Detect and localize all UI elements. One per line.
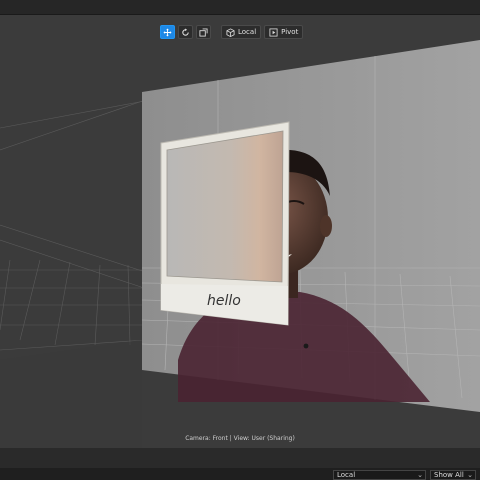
local-space-button[interactable]: Local (221, 25, 262, 39)
rotate-tool-button[interactable] (178, 25, 193, 39)
polaroid-photo (167, 131, 283, 282)
scale-tool-button[interactable] (196, 25, 211, 39)
move-tool-button[interactable] (160, 25, 175, 39)
transform-toolbar: Local Pivot (160, 24, 304, 40)
cube-icon (226, 27, 235, 37)
space-dropdown-value: Local (337, 471, 356, 479)
scene-canvas: hello (0, 15, 480, 448)
scale-icon (199, 27, 208, 37)
space-dropdown[interactable]: Local ⌄ (333, 470, 426, 480)
pivot-button[interactable]: Pivot (264, 25, 304, 39)
local-label: Local (238, 28, 257, 36)
scene-viewport[interactable]: hello (0, 15, 480, 448)
camera-status-text: Camera: Front | View: User (Sharing) (185, 435, 295, 442)
move-icon (163, 27, 172, 37)
pivot-icon (269, 27, 278, 37)
chevron-down-icon: ⌄ (417, 471, 423, 479)
visibility-dropdown-value: Show All (434, 471, 464, 479)
rotate-icon (182, 27, 189, 36)
polaroid-caption: hello (207, 293, 241, 309)
chevron-down-icon: ⌄ (467, 471, 473, 479)
visibility-dropdown[interactable]: Show All ⌄ (430, 470, 476, 480)
top-bar (0, 0, 480, 15)
pivot-label: Pivot (281, 28, 299, 36)
